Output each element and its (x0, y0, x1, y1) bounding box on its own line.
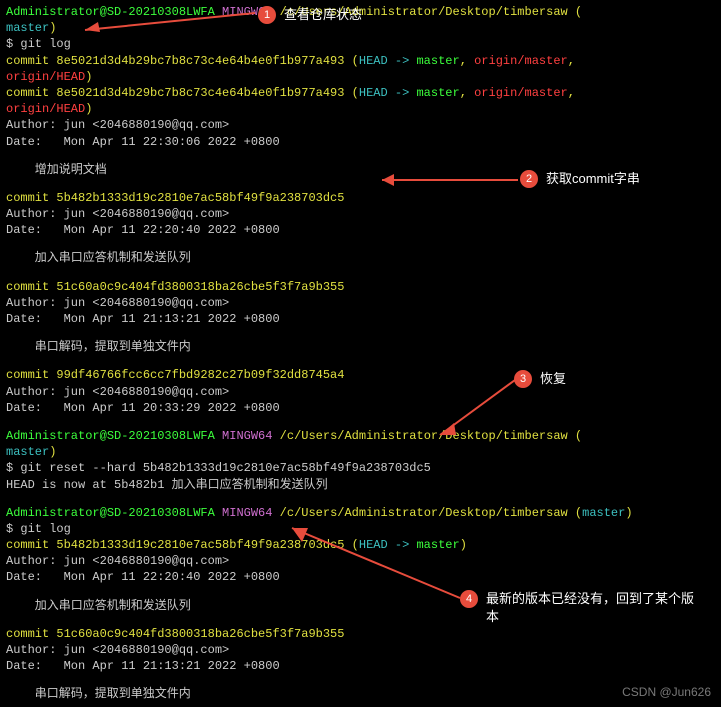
commit-line: commit 8e5021d3d4b29bc7b8c73c4e64b4e0f1b… (6, 53, 715, 69)
branch-line: master) (6, 20, 715, 36)
commit-ref-contd: origin/HEAD) (6, 69, 715, 85)
date: Date: Mon Apr 11 20:33:29 2022 +0800 (6, 400, 715, 416)
author: Author: jun <2046880190@qq.com> (6, 384, 715, 400)
date: Date: Mon Apr 11 21:13:21 2022 +0800 (6, 311, 715, 327)
cmd-gitlog: $ git log (6, 36, 715, 52)
commit-msg: 增加说明文档 (6, 162, 715, 178)
prompt-line: Administrator@SD-20210308LWFA MINGW64 /c… (6, 428, 715, 444)
commit-line: commit 99df46766fcc6cc7fbd9282c27b09f32d… (6, 367, 715, 383)
watermark: CSDN @Jun626 (622, 684, 711, 700)
commit-line: commit 51c60a0c9c404fd3800318ba26cbe5f3f… (6, 626, 715, 642)
author: Author: jun <2046880190@qq.com> (6, 553, 715, 569)
prompt-line: Administrator@SD-20210308LWFA MINGW64 /c… (6, 505, 715, 521)
commit-line: commit 5b482b1333d19c2810e7ac58bf49f9a23… (6, 537, 715, 553)
author: Author: jun <2046880190@qq.com> (6, 642, 715, 658)
commit-line: commit 5b482b1333d19c2810e7ac58bf49f9a23… (6, 190, 715, 206)
commit-line-dup: commit 8e5021d3d4b29bc7b8c73c4e64b4e0f1b… (6, 85, 715, 101)
commit-msg: 加入串口应答机制和发送队列 (6, 250, 715, 266)
date: Date: Mon Apr 11 22:30:06 2022 +0800 (6, 134, 715, 150)
cmd-gitlog: $ git log (6, 521, 715, 537)
commit-line: commit 51c60a0c9c404fd3800318ba26cbe5f3f… (6, 279, 715, 295)
date: Date: Mon Apr 11 21:13:21 2022 +0800 (6, 658, 715, 674)
commit-msg: 加入串口应答机制和发送队列 (6, 598, 715, 614)
author: Author: jun <2046880190@qq.com> (6, 206, 715, 222)
commit-msg: 串口解码，提取到单独文件内 (6, 339, 715, 355)
commit-ref-contd-dup: origin/HEAD) (6, 101, 715, 117)
author: Author: jun <2046880190@qq.com> (6, 117, 715, 133)
prompt-line: Administrator@SD-20210308LWFA MINGW64 /c… (6, 4, 715, 20)
branch-line: master) (6, 444, 715, 460)
author: Author: jun <2046880190@qq.com> (6, 295, 715, 311)
date: Date: Mon Apr 11 22:20:40 2022 +0800 (6, 222, 715, 238)
cmd-reset: $ git reset --hard 5b482b1333d19c2810e7a… (6, 460, 715, 476)
commit-msg: 串口解码，提取到单独文件内 (6, 686, 715, 702)
reset-output: HEAD is now at 5b482b1 加入串口应答机制和发送队列 (6, 477, 715, 493)
date: Date: Mon Apr 11 22:20:40 2022 +0800 (6, 569, 715, 585)
